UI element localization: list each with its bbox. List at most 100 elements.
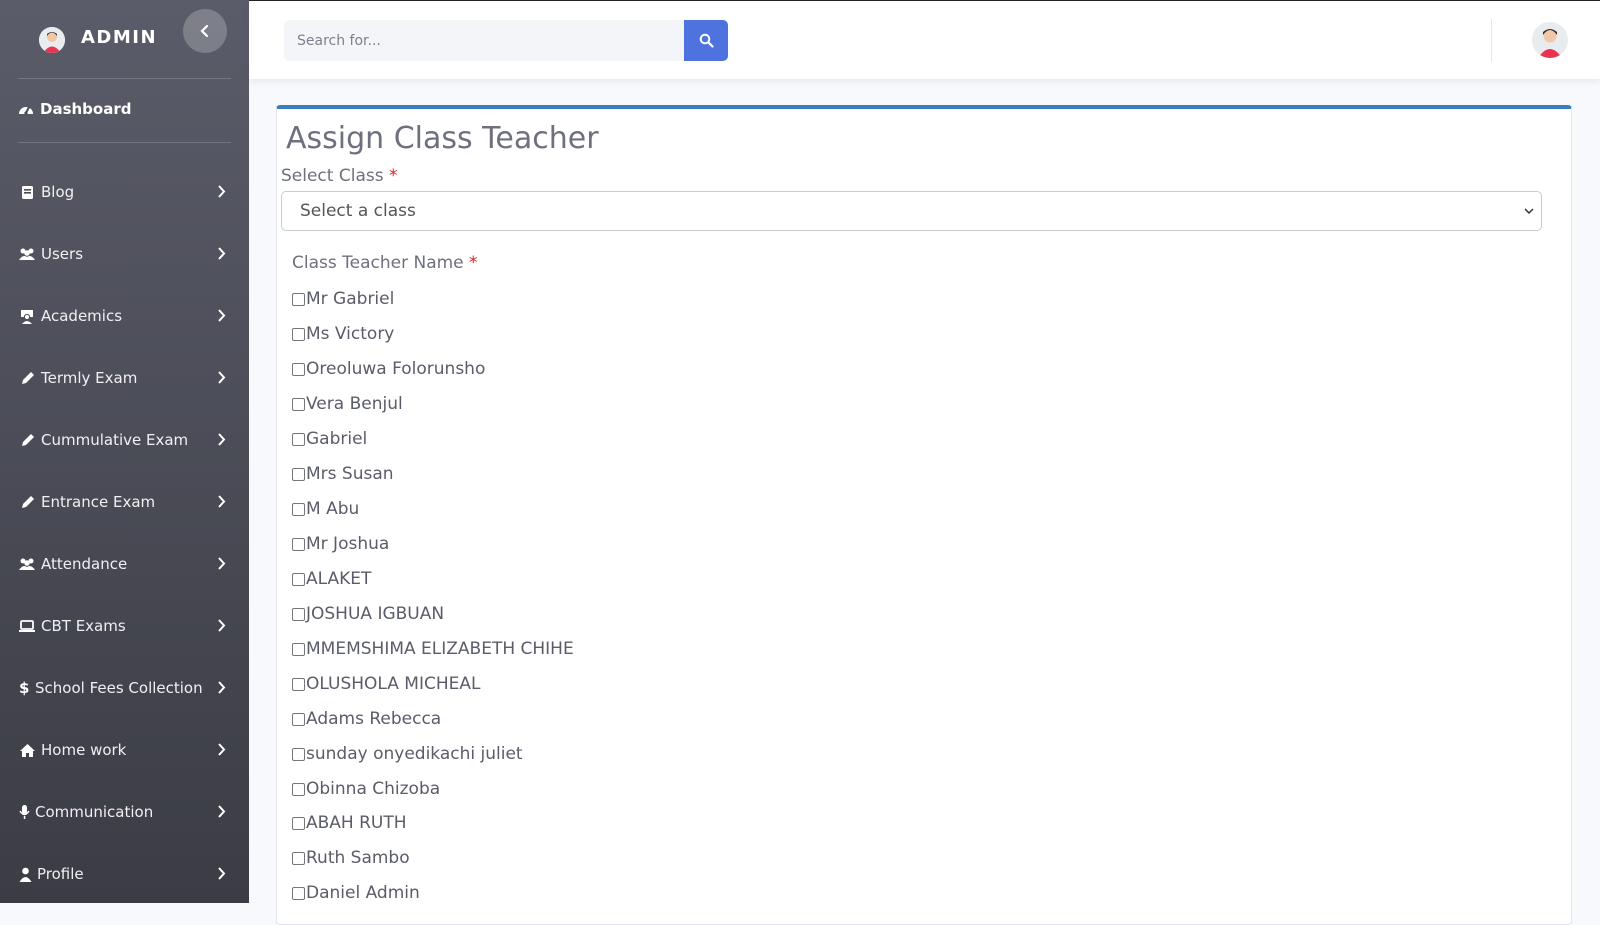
teacher-checkbox[interactable] [292, 851, 305, 865]
teacher-option-label: Obinna Chizoba [306, 779, 441, 799]
class-select[interactable]: Select a class [281, 191, 1542, 231]
teacher-option-label: Mr Joshua [306, 534, 390, 554]
teacher-checkbox[interactable] [292, 502, 305, 516]
required-mark: * [469, 253, 478, 273]
teacher-checkbox[interactable] [292, 397, 305, 411]
avatar-icon [1532, 22, 1568, 58]
teacher-option[interactable]: Ms Victory [292, 323, 394, 345]
microphone-icon [18, 804, 30, 820]
teacher-checkbox[interactable] [292, 432, 305, 446]
teacher-option-label: JOSHUA IGBUAN [306, 604, 445, 624]
teacher-option-label: M Abu [306, 499, 360, 519]
teacher-option-label: MMEMSHIMA ELIZABETH CHIHE [306, 639, 574, 659]
sidebar-item-label: Termly Exam [41, 369, 138, 387]
teacher-checkbox[interactable] [292, 712, 305, 726]
sidebar-item-label: School Fees Collection [35, 679, 203, 697]
teacher-checkbox[interactable] [292, 327, 305, 341]
teacher-checkbox[interactable] [292, 467, 305, 481]
topbar: Search for... [249, 0, 1600, 79]
teacher-checkbox[interactable] [292, 607, 305, 621]
required-mark: * [388, 166, 398, 186]
chevron-down-icon [1524, 208, 1534, 215]
sidebar-toggle-button[interactable] [183, 9, 227, 53]
teacher-option[interactable]: Obinna Chizoba [292, 778, 440, 800]
chevron-right-icon [218, 743, 226, 756]
teacher-name-label-text: Class Teacher Name [292, 253, 464, 273]
teacher-checkbox[interactable] [292, 747, 305, 761]
sidebar-item-school-fees-collection[interactable]: $ School Fees Collection [18, 676, 231, 700]
teacher-option-label: ABAH RUTH [306, 813, 407, 833]
sidebar-item-label: CBT Exams [41, 617, 126, 635]
teacher-checkbox[interactable] [292, 572, 305, 586]
teacher-option[interactable]: M Abu [292, 498, 359, 520]
teacher-option[interactable]: ALAKET [292, 568, 371, 590]
sidebar-item-label: Academics [41, 307, 123, 325]
teacher-option[interactable]: Gabriel [292, 428, 367, 450]
page-title: Assign Class Teacher [286, 121, 599, 156]
teacher-checkbox[interactable] [292, 537, 305, 551]
teacher-option-label: Oreoluwa Folorunsho [306, 359, 486, 379]
chevron-right-icon [218, 309, 226, 322]
sidebar-item-attendance[interactable]: Attendance [18, 552, 231, 576]
teacher-option[interactable]: MMEMSHIMA ELIZABETH CHIHE [292, 638, 574, 660]
user-avatar[interactable] [1532, 22, 1568, 58]
chevron-left-icon [200, 24, 209, 38]
teacher-option[interactable]: ABAH RUTH [292, 812, 407, 834]
chevron-right-icon [218, 371, 226, 384]
chevron-right-icon [218, 433, 226, 446]
chevron-right-icon [218, 495, 226, 508]
svg-text:$: $ [19, 680, 29, 696]
topbar-divider [1491, 19, 1492, 62]
teacher-option-label: ALAKET [306, 569, 372, 589]
search-icon [699, 33, 714, 48]
sidebar-item-profile[interactable]: Profile [18, 862, 231, 886]
teacher-option[interactable]: JOSHUA IGBUAN [292, 603, 444, 625]
teacher-option[interactable]: Ruth Sambo [292, 847, 410, 869]
sidebar-item-label: Entrance Exam [41, 493, 156, 511]
sidebar-item-label: Dashboard [40, 100, 132, 118]
teacher-option[interactable]: Adams Rebecca [292, 708, 441, 730]
teacher-option[interactable]: Mr Gabriel [292, 288, 394, 310]
sidebar-item-entrance-exam[interactable]: Entrance Exam [18, 490, 231, 514]
teacher-option[interactable]: Mrs Susan [292, 463, 394, 485]
sidebar-item-blog[interactable]: Blog [18, 180, 231, 204]
search-button[interactable] [684, 20, 728, 61]
chevron-right-icon [218, 247, 226, 260]
sidebar-item-home-work[interactable]: Home work [18, 738, 231, 762]
teacher-checkbox[interactable] [292, 642, 305, 656]
teacher-checkbox[interactable] [292, 886, 305, 900]
teacher-option-label: Mr Gabriel [306, 289, 395, 309]
teacher-option-label: sunday onyedikachi juliet [306, 744, 523, 764]
sidebar-item-termly-exam[interactable]: Termly Exam [18, 366, 231, 390]
teacher-option[interactable]: Mr Joshua [292, 533, 389, 555]
teacher-checkbox[interactable] [292, 782, 305, 796]
teacher-option[interactable]: Daniel Admin [292, 882, 420, 904]
sidebar-item-label: Cummulative Exam [41, 431, 189, 449]
sidebar-item-cummulative-exam[interactable]: Cummulative Exam [18, 428, 231, 452]
sidebar-item-label: Blog [41, 183, 75, 201]
teacher-checkbox[interactable] [292, 292, 305, 306]
pencil-icon [18, 371, 36, 386]
teacher-option[interactable]: sunday onyedikachi juliet [292, 743, 523, 765]
sidebar-item-communication[interactable]: Communication [18, 800, 231, 824]
sidebar: ADMIN Dashboard Blog Users Academics Ter… [0, 0, 249, 903]
search-input[interactable]: Search for... [284, 20, 684, 61]
chevron-right-icon [218, 619, 226, 632]
sidebar-item-cbt-exams[interactable]: CBT Exams [18, 614, 231, 638]
teacher-option[interactable]: Vera Benjul [292, 393, 403, 415]
teacher-option[interactable]: Oreoluwa Folorunsho [292, 358, 485, 380]
teacher-option[interactable]: OLUSHOLA MICHEAL [292, 673, 480, 695]
assign-class-teacher-card: Assign Class Teacher Select Class * Sele… [276, 105, 1572, 925]
sidebar-divider [18, 142, 231, 143]
laptop-icon [18, 619, 36, 633]
sidebar-item-dashboard[interactable]: Dashboard [18, 100, 131, 118]
sidebar-item-label: Home work [41, 741, 127, 759]
teacher-option-label: OLUSHOLA MICHEAL [306, 674, 481, 694]
sidebar-item-academics[interactable]: Academics [18, 304, 231, 328]
sidebar-item-users[interactable]: Users [18, 242, 231, 266]
teacher-checkbox[interactable] [292, 362, 305, 376]
teacher-checkbox[interactable] [292, 677, 305, 691]
teacher-icon [18, 309, 36, 324]
teacher-option-label: Gabriel [306, 429, 368, 449]
teacher-checkbox[interactable] [292, 816, 305, 830]
